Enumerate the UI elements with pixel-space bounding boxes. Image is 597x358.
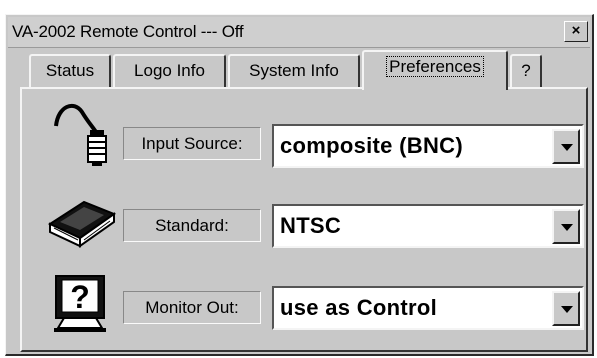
input-source-select[interactable]: composite (BNC) [272,124,584,168]
tab-help[interactable]: ? [510,54,542,87]
chevron-down-icon[interactable] [552,291,580,326]
monitor-question-icon: ? [54,275,106,332]
cable-connector-icon [54,103,107,166]
input-source-value: composite (BNC) [280,133,463,158]
title-bar[interactable]: VA-2002 Remote Control --- Off × [8,17,590,48]
standard-label: Standard: [123,209,261,242]
tab-status[interactable]: Status [29,54,111,87]
svg-text:?: ? [70,279,90,315]
close-button[interactable]: × [564,21,588,42]
monitor-out-value: use as Control [280,295,438,320]
chevron-down-icon[interactable] [552,209,580,244]
input-source-label: Input Source: [123,127,261,160]
window-title: VA-2002 Remote Control --- Off [12,22,244,41]
standard-select[interactable]: NTSC [272,204,584,248]
book-icon [47,200,117,248]
tab-system-info[interactable]: System Info [228,54,360,87]
tab-logo-info[interactable]: Logo Info [113,54,226,87]
monitor-out-label: Monitor Out: [123,291,261,324]
chevron-down-icon[interactable] [552,129,580,164]
standard-value: NTSC [280,213,342,238]
tab-preferences[interactable]: Preferences [362,50,508,90]
monitor-out-select[interactable]: use as Control [272,286,584,330]
